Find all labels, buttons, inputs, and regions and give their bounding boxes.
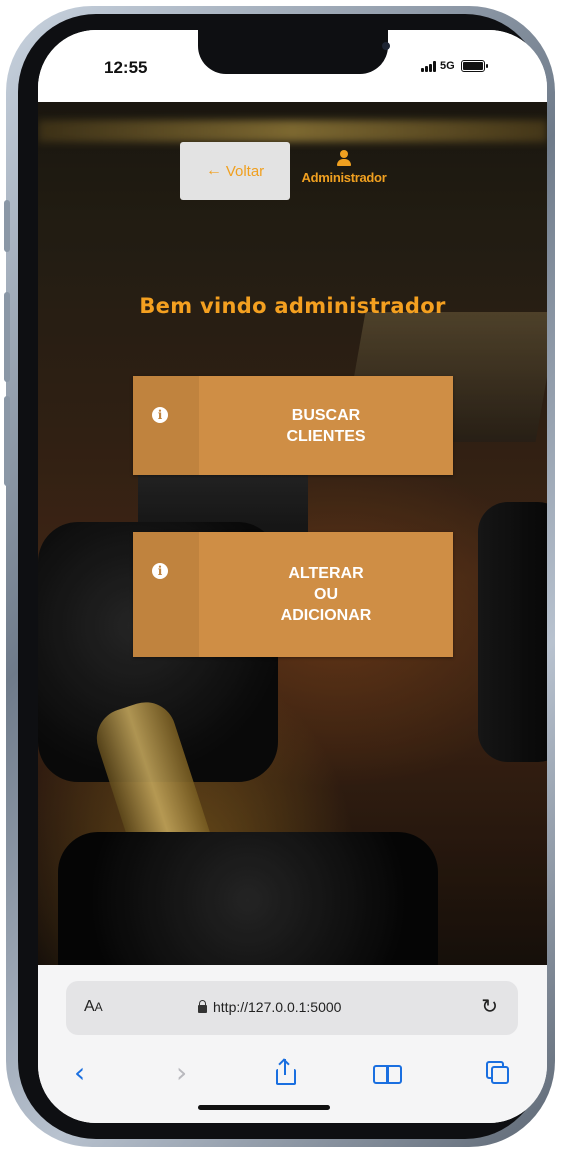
edit-or-add-label: ALTERAR OU ADICIONAR — [280, 565, 372, 624]
status-time: 12:55 — [104, 58, 148, 77]
page-title: Bem vindo administrador — [139, 294, 446, 318]
phone-screen: 12:55 5G ← Voltar Administrador Bem vind… — [38, 30, 547, 1123]
camera-icon — [382, 42, 390, 50]
silent-switch — [4, 200, 10, 252]
lock-icon — [198, 999, 207, 1013]
button-icon-area: i — [133, 376, 199, 475]
reload-icon[interactable]: ↻ — [481, 994, 498, 1018]
web-content: ← Voltar Administrador Bem vindo adminis… — [38, 102, 547, 965]
edit-or-add-button[interactable]: i ALTERAR OU ADICIONAR — [133, 532, 453, 657]
status-bar: 12:55 5G — [38, 30, 547, 102]
forward-icon[interactable]: › — [176, 1053, 187, 1093]
volume-down-button — [4, 396, 10, 486]
share-icon[interactable] — [276, 1058, 296, 1085]
admin-profile-link[interactable]: Administrador — [284, 150, 404, 185]
url-text: http://127.0.0.1:5000 — [213, 999, 342, 1015]
volume-up-button — [4, 292, 10, 382]
search-clients-label: BUSCAR CLIENTES — [286, 406, 366, 445]
admin-label: Administrador — [301, 170, 387, 185]
home-indicator[interactable] — [198, 1105, 330, 1110]
user-icon — [337, 150, 351, 166]
status-indicators: 5G — [421, 60, 488, 72]
button-icon-area: i — [133, 532, 199, 657]
back-button[interactable]: ← Voltar — [180, 142, 290, 200]
button-label-area: BUSCAR CLIENTES — [199, 376, 453, 475]
notch — [198, 30, 390, 74]
url-field[interactable]: http://127.0.0.1:5000 — [198, 999, 341, 1015]
info-icon: i — [152, 563, 168, 579]
button-label-area: ALTERAR OU ADICIONAR — [199, 532, 453, 657]
network-type: 5G — [440, 60, 455, 72]
bookmarks-icon[interactable] — [373, 1065, 402, 1084]
address-bar[interactable]: AA http://127.0.0.1:5000 ↻ — [66, 981, 518, 1035]
search-clients-button[interactable]: i BUSCAR CLIENTES — [133, 376, 453, 475]
battery-icon — [460, 60, 488, 72]
back-button-label: Voltar — [225, 162, 265, 180]
signal-icon — [421, 60, 436, 72]
browser-toolbar: AA http://127.0.0.1:5000 ↻ ‹ › — [38, 965, 547, 1123]
browser-nav-row: ‹ › — [38, 1053, 547, 1093]
arrow-left-icon: ← — [205, 162, 222, 179]
info-icon: i — [152, 407, 168, 423]
tabs-icon[interactable] — [486, 1061, 509, 1084]
text-size-button[interactable]: AA — [84, 998, 103, 1016]
back-icon[interactable]: ‹ — [74, 1053, 85, 1093]
